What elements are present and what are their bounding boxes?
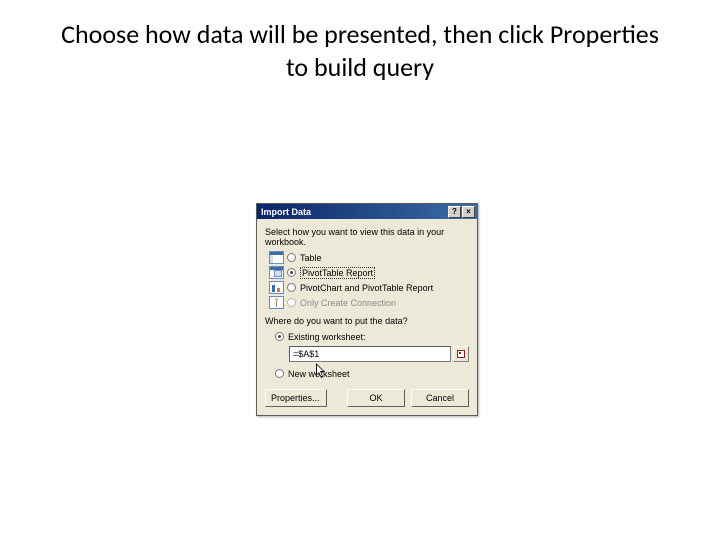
radio-connection	[287, 298, 296, 307]
option-pivottable-label: PivotTable Report	[300, 267, 375, 279]
option-existing-worksheet[interactable]: Existing worksheet:	[275, 329, 469, 344]
radio-existing[interactable]	[275, 332, 284, 341]
radio-pivottable[interactable]	[287, 268, 296, 277]
dialog-titlebar[interactable]: Import Data ? ×	[257, 204, 477, 219]
properties-button[interactable]: Properties...	[265, 389, 327, 407]
option-table[interactable]: Table	[269, 250, 469, 265]
existing-worksheet-label: Existing worksheet:	[288, 332, 366, 342]
connection-icon	[269, 296, 284, 309]
radio-pivotchart[interactable]	[287, 283, 296, 292]
location-section-label: Where do you want to put the data?	[265, 316, 469, 326]
option-connection-label: Only Create Connection	[300, 298, 396, 308]
ok-button[interactable]: OK	[347, 389, 405, 407]
cancel-button[interactable]: Cancel	[411, 389, 469, 407]
option-new-worksheet[interactable]: New worksheet	[275, 366, 469, 381]
close-button[interactable]: ×	[462, 206, 475, 218]
pivotchart-icon	[269, 281, 284, 294]
import-data-dialog: Import Data ? × Select how you want to v…	[256, 203, 478, 416]
view-section-label: Select how you want to view this data in…	[265, 227, 469, 247]
radio-new[interactable]	[275, 369, 284, 378]
option-pivotchart-label: PivotChart and PivotTable Report	[300, 283, 433, 293]
option-connection-only: Only Create Connection	[269, 295, 469, 310]
range-selector-button[interactable]	[453, 346, 469, 362]
new-worksheet-label: New worksheet	[288, 369, 350, 379]
option-table-label: Table	[300, 253, 322, 263]
table-icon	[269, 251, 284, 264]
option-pivotchart[interactable]: PivotChart and PivotTable Report	[269, 280, 469, 295]
radio-table[interactable]	[287, 253, 296, 262]
slide-title: Choose how data will be presented, then …	[0, 0, 720, 83]
dialog-title: Import Data	[261, 207, 311, 217]
option-pivottable[interactable]: PivotTable Report	[269, 265, 469, 280]
cell-reference-input[interactable]: =$A$1	[289, 346, 451, 362]
pivottable-icon	[269, 266, 284, 279]
help-button[interactable]: ?	[448, 206, 461, 218]
